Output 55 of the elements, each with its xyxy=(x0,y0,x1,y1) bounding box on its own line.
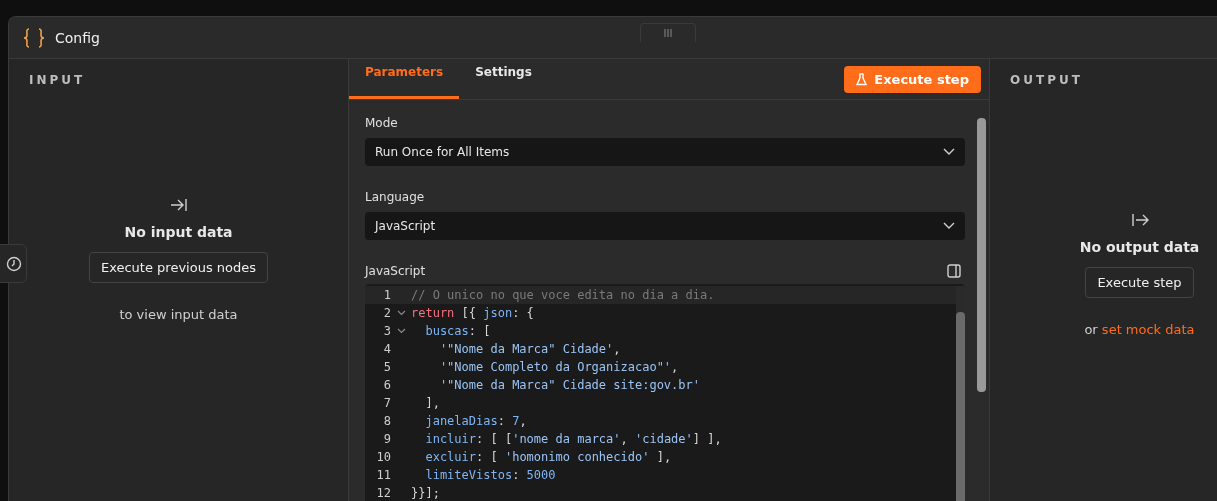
clock-icon xyxy=(5,255,22,272)
line-number: 11 xyxy=(375,468,391,482)
arrow-from-line-icon xyxy=(1130,212,1149,227)
fold-chevron-icon[interactable] xyxy=(396,310,406,316)
window-title: Config xyxy=(55,29,100,46)
panel-heading: INPUT xyxy=(29,73,86,87)
execute-previous-button[interactable]: Execute previous nodes xyxy=(88,251,269,283)
field-label: Mode xyxy=(365,116,398,130)
code-line: '"Nome Completo da Organizacao"', xyxy=(438,360,679,374)
select-field[interactable]: JavaScript xyxy=(365,212,965,240)
execute-step-button[interactable]: Execute step xyxy=(1085,266,1194,298)
code-editor[interactable] xyxy=(365,284,965,501)
code-line: excluir: [ 'homonimo conhecido' ], xyxy=(424,450,672,464)
empty-title: No input data xyxy=(124,223,233,240)
chevron-down-icon xyxy=(943,222,955,230)
line-number: 1 xyxy=(382,288,391,302)
line-number: 7 xyxy=(382,396,391,410)
tab[interactable]: Settings xyxy=(459,59,548,99)
line-number: 5 xyxy=(382,360,391,374)
code-line: limiteVistos: 5000 xyxy=(424,468,556,482)
code-line: return [{ json: { xyxy=(411,306,534,320)
line-number: 4 xyxy=(382,342,391,356)
tab[interactable]: Parameters xyxy=(349,59,460,99)
code-line: buscas: [ xyxy=(424,324,491,338)
history-button[interactable] xyxy=(0,244,27,283)
select-field[interactable]: Run Once for All Items xyxy=(365,138,965,166)
empty-title: No output data xyxy=(1079,238,1200,255)
field-label: JavaScript xyxy=(365,264,426,278)
side-panel-icon[interactable] xyxy=(947,264,961,278)
chevron-down-icon xyxy=(943,148,955,156)
arrow-to-line-icon xyxy=(169,197,188,212)
line-number: 2 xyxy=(382,306,391,320)
code-line: ], xyxy=(424,396,440,410)
line-number: 9 xyxy=(382,432,391,446)
code-line: janelaDias: 7, xyxy=(424,414,527,428)
line-number: 12 xyxy=(375,486,391,500)
code-line: '"Nome da Marca" Cidade site:gov.br' xyxy=(438,378,700,392)
line-number: 8 xyxy=(382,414,391,428)
braces-icon xyxy=(23,27,45,48)
code-line: // O unico no que voce edita no dia a dia. xyxy=(411,288,715,302)
resize-handle[interactable] xyxy=(640,23,696,42)
code-line: }}]; xyxy=(411,486,440,500)
line-number: 6 xyxy=(382,378,391,392)
panel-heading: OUTPUT xyxy=(1010,73,1083,87)
hint-text: or set mock data xyxy=(1084,321,1195,337)
field-label: Language xyxy=(365,190,425,204)
editor-scrollbar[interactable] xyxy=(956,286,965,501)
code-line: incluir: [ ['nome da marca', 'cidade'] ], xyxy=(424,432,722,446)
line-number: 10 xyxy=(375,450,391,464)
set-mock-data-link[interactable]: set mock data xyxy=(1101,321,1195,337)
hint-text: to view input data xyxy=(119,306,238,322)
flask-icon xyxy=(856,72,868,86)
fold-chevron-icon[interactable] xyxy=(396,328,406,334)
line-number: 3 xyxy=(382,324,391,338)
code-line: '"Nome da Marca" Cidade', xyxy=(438,342,621,356)
